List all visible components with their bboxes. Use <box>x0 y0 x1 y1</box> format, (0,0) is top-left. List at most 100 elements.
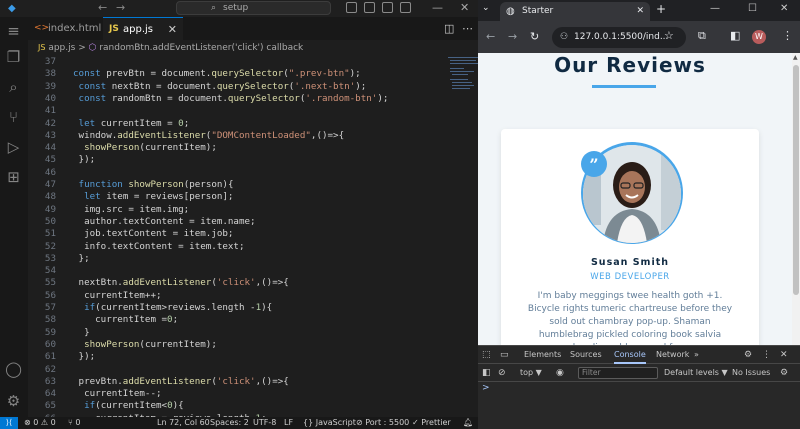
code-line[interactable]: 53 }; <box>28 253 428 265</box>
toggle-panel-icon[interactable] <box>364 2 375 13</box>
tab-index-html[interactable]: <> index.html <box>28 17 103 40</box>
source-control-icon[interactable]: ⑂ <box>5 109 22 126</box>
code-line[interactable]: 40 const randomBtn = document.querySelec… <box>28 93 428 105</box>
device-toolbar-icon[interactable]: ▭ <box>500 346 509 364</box>
live-server-port[interactable]: ⊘ Port : 5500 <box>356 417 409 429</box>
breadcrumb-file[interactable]: app.js <box>48 43 75 53</box>
problems-indicator[interactable]: ⊗ 0 ⚠ 0 <box>24 417 56 429</box>
encoding[interactable]: UTF-8 <box>253 417 276 429</box>
reload-icon[interactable]: ↻ <box>530 30 539 43</box>
profile-avatar[interactable]: W <box>752 30 766 44</box>
extensions-icon[interactable]: ⊞ <box>5 169 22 186</box>
kebab-menu-icon[interactable]: ⋮ <box>782 29 793 42</box>
code-line[interactable]: 51 job.textContent = item.job; <box>28 228 428 240</box>
search-view-icon[interactable]: ⌕ <box>5 79 22 96</box>
prettier-status[interactable]: ✓ Prettier <box>412 417 451 429</box>
code-line[interactable]: 61 }); <box>28 351 428 363</box>
page-scrollbar[interactable]: ▲ <box>792 53 800 345</box>
back-arrow-icon[interactable]: ← <box>486 30 495 43</box>
code-line[interactable]: 47 function showPerson(person){ <box>28 179 428 191</box>
notifications-bell-icon[interactable]: 🔔︎ <box>463 417 473 429</box>
code-line[interactable]: 64 currentItem--; <box>28 388 428 400</box>
settings-gear-icon[interactable]: ⚙ <box>744 346 752 364</box>
minimize-icon[interactable]: — <box>432 1 443 14</box>
code-line[interactable]: 57 if(currentItem>reviews.length -1){ <box>28 302 428 314</box>
log-levels-dropdown[interactable]: Default levels ▼ <box>664 364 728 382</box>
code-line[interactable]: 39 const nextBtn = document.querySelecto… <box>28 81 428 93</box>
account-icon[interactable]: ◯ <box>5 361 22 378</box>
extensions-puzzle-icon[interactable]: ⧉ <box>698 29 706 43</box>
cursor-position[interactable]: Ln 72, Col 60 <box>157 417 210 429</box>
ports-indicator[interactable]: ⑂ 0 <box>68 417 80 429</box>
explorer-icon[interactable]: ❐ <box>5 49 22 66</box>
minimize-icon[interactable]: — <box>710 3 720 14</box>
forward-arrow-icon[interactable]: → <box>508 30 517 43</box>
issues-indicator[interactable]: No Issues <box>732 364 770 382</box>
language-mode[interactable]: {} JavaScript <box>303 417 356 429</box>
toggle-secondary-sidebar-icon[interactable] <box>382 2 393 13</box>
menu-icon[interactable]: ≡ <box>5 23 22 40</box>
code-line[interactable]: 59 } <box>28 327 428 339</box>
console-filter-input[interactable]: Filter <box>578 367 658 379</box>
code-line[interactable]: 37 <box>28 56 428 68</box>
minimap[interactable] <box>448 55 478 95</box>
code-line[interactable]: 54 <box>28 265 428 277</box>
sidebar-toggle-icon[interactable]: ◧ <box>482 364 491 382</box>
code-line[interactable]: 45 }); <box>28 154 428 166</box>
bookmark-star-icon[interactable]: ☆ <box>664 29 674 42</box>
tab-search-icon[interactable]: ⌄ <box>482 3 490 13</box>
code-line[interactable]: 42 let currentItem = 0; <box>28 118 428 130</box>
site-info-icon[interactable]: ⚇ <box>560 27 568 48</box>
code-line[interactable]: 48 let item = reviews[person]; <box>28 191 428 203</box>
settings-gear-icon[interactable]: ⚙ <box>5 393 22 410</box>
remote-indicator-icon[interactable]: ⟩⟨ <box>0 417 18 429</box>
command-center-search[interactable]: ⌕ setup <box>176 1 331 15</box>
new-tab-icon[interactable]: + <box>656 2 666 16</box>
code-line[interactable]: 41 <box>28 105 428 117</box>
breadcrumb-symbol[interactable]: randomBtn.addEventListener('click') call… <box>99 43 303 53</box>
code-line[interactable]: 60 showPerson(currentItem); <box>28 339 428 351</box>
code-line[interactable]: 49 img.src = item.img; <box>28 204 428 216</box>
scroll-up-arrow-icon[interactable]: ▲ <box>793 54 798 61</box>
code-line[interactable]: 52 info.textContent = item.text; <box>28 241 428 253</box>
browser-tab-starter[interactable]: ◍ Starter ✕ <box>500 2 650 21</box>
close-window-icon[interactable]: ✕ <box>780 3 788 14</box>
code-line[interactable]: 44 showPerson(currentItem); <box>28 142 428 154</box>
inspect-element-icon[interactable]: ⬚ <box>482 346 491 364</box>
code-line[interactable]: 65 if(currentItem<0){ <box>28 400 428 412</box>
customize-layout-icon[interactable] <box>400 2 411 13</box>
code-editor[interactable]: 37 38 const prevBtn = document.querySelect… <box>28 55 478 417</box>
code-line[interactable]: 38 const prevBtn = document.querySelector… <box>28 68 428 80</box>
devtools-more-tabs[interactable]: » <box>694 346 699 364</box>
devtools-tab-network[interactable]: Network <box>656 346 689 364</box>
tab-app-js[interactable]: JS app.js ✕ <box>103 17 183 40</box>
code-line[interactable]: 50 author.textContent = item.name; <box>28 216 428 228</box>
code-line[interactable]: 56 currentItem++; <box>28 290 428 302</box>
back-arrow-icon[interactable]: ← <box>98 1 107 14</box>
split-editor-icon[interactable]: ◫ <box>444 22 454 35</box>
indentation[interactable]: Spaces: 2 <box>210 417 249 429</box>
clear-console-icon[interactable]: ⊘ <box>498 364 506 382</box>
code-line[interactable]: 62 <box>28 364 428 376</box>
code-line[interactable]: 46 <box>28 167 428 179</box>
console-prompt[interactable]: > <box>482 383 490 393</box>
close-window-icon[interactable]: ✕ <box>460 1 469 14</box>
context-selector[interactable]: top ▼ <box>520 364 542 382</box>
code-line[interactable]: 63 prevBtn.addEventListener('click',()=>… <box>28 376 428 388</box>
close-tab-icon[interactable]: ✕ <box>636 2 644 21</box>
devtools-tab-console[interactable]: Console <box>614 346 646 364</box>
run-debug-icon[interactable]: ▷ <box>5 139 22 156</box>
devtools-tab-sources[interactable]: Sources <box>570 346 602 364</box>
code-line[interactable]: 55 nextBtn.addEventListener('click',()=>… <box>28 277 428 289</box>
scrollbar-thumb[interactable] <box>793 65 799 295</box>
close-tab-icon[interactable]: ✕ <box>168 18 177 41</box>
code-line[interactable]: 43 window.addEventListener("DOMContentLo… <box>28 130 428 142</box>
toggle-sidebar-icon[interactable] <box>346 2 357 13</box>
forward-arrow-icon[interactable]: → <box>116 1 125 14</box>
code-line[interactable]: 58 currentItem =0; <box>28 314 428 326</box>
more-actions-icon[interactable]: ⋯ <box>462 22 473 35</box>
side-panel-icon[interactable]: ◧ <box>730 29 740 42</box>
devtools-tab-elements[interactable]: Elements <box>524 346 561 364</box>
end-of-line[interactable]: LF <box>284 417 293 429</box>
eye-icon[interactable]: ◉ <box>556 364 564 382</box>
